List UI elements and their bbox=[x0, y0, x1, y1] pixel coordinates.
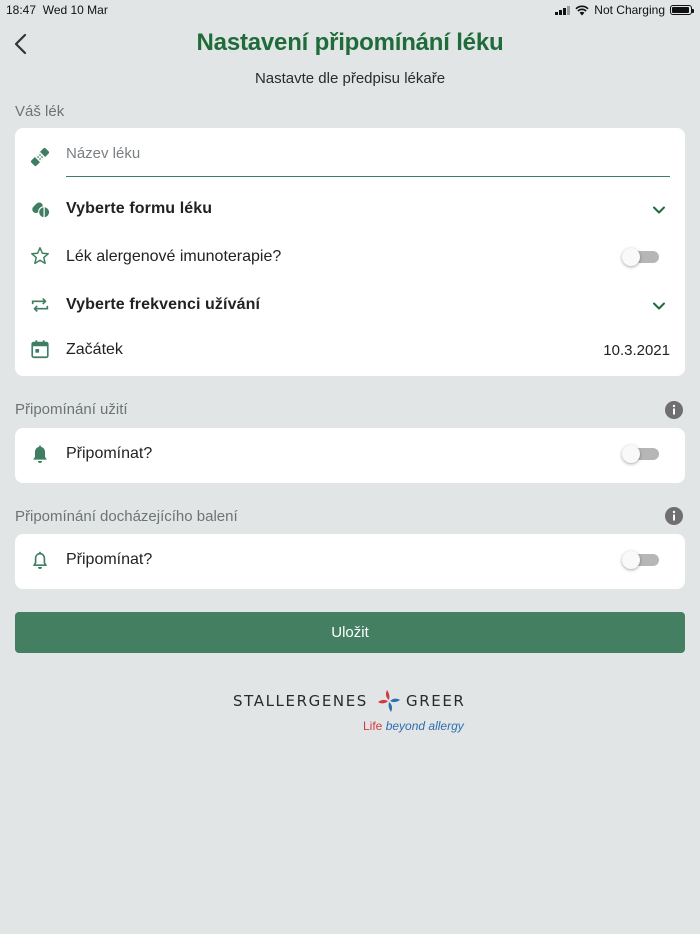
status-time-date: 18:47 Wed 10 Mar bbox=[6, 3, 108, 17]
medication-name-input[interactable] bbox=[66, 145, 670, 162]
medication-form-select[interactable]: Vyberte formu léku bbox=[15, 188, 685, 230]
info-icon[interactable] bbox=[665, 507, 683, 525]
status-time: 18:47 bbox=[6, 3, 37, 17]
page-subtitle: Nastavte dle předpisu lékaře bbox=[254, 70, 446, 87]
cellular-signal-icon bbox=[555, 5, 571, 15]
brand-tagline: Life beyond allergy bbox=[363, 719, 464, 733]
battery-icon bbox=[670, 5, 694, 15]
intake-reminder-label: Připomínat? bbox=[66, 445, 153, 462]
frequency-label: Vyberte frekvenci užívání bbox=[66, 296, 260, 313]
wifi-icon bbox=[575, 5, 589, 15]
status-bar: 18:47 Wed 10 Mar Not Charging bbox=[0, 0, 700, 20]
intake-reminder-section-label: Připomínání užití bbox=[15, 401, 128, 418]
intake-reminder-card: Připomínat? bbox=[15, 428, 685, 483]
start-date-value: 10.3.2021 bbox=[603, 342, 670, 359]
medication-name-field[interactable] bbox=[66, 142, 670, 177]
intake-reminder-toggle[interactable] bbox=[622, 445, 659, 463]
status-date: Wed 10 Mar bbox=[42, 3, 108, 17]
tagline-life: Life bbox=[363, 719, 383, 733]
calendar-icon bbox=[31, 340, 49, 359]
star-outline-icon bbox=[31, 247, 49, 265]
bandage-icon bbox=[31, 148, 49, 166]
stallergenes-greer-logo: STALLERGENES GREER Life beyond allergy bbox=[233, 688, 473, 738]
medication-section-label: Váš lék bbox=[15, 103, 65, 120]
bell-icon bbox=[33, 445, 47, 463]
pills-icon bbox=[32, 202, 51, 219]
package-reminder-toggle[interactable] bbox=[622, 551, 659, 569]
tagline-rest: beyond allergy bbox=[385, 719, 464, 733]
bell-outline-icon bbox=[33, 551, 47, 569]
info-icon[interactable] bbox=[665, 401, 683, 419]
brand-name-right: GREER bbox=[406, 692, 466, 710]
frequency-select[interactable]: Vyberte frekvenci užívání bbox=[15, 284, 685, 326]
medication-form-label: Vyberte formu léku bbox=[66, 200, 213, 217]
chevron-down-icon bbox=[653, 302, 665, 310]
allergen-immunotherapy-label: Lék alergenové imunoterapie? bbox=[66, 248, 282, 265]
repeat-icon bbox=[31, 297, 49, 313]
medication-name-row bbox=[15, 128, 685, 188]
charging-status: Not Charging bbox=[594, 3, 665, 17]
allergen-immunotherapy-row: Lék alergenové imunoterapie? bbox=[15, 236, 685, 278]
package-reminder-label: Připomínat? bbox=[66, 551, 153, 568]
package-reminder-card: Připomínat? bbox=[15, 534, 685, 589]
save-button[interactable]: Uložit bbox=[15, 612, 685, 653]
start-date-label: Začátek bbox=[66, 341, 123, 358]
chevron-down-icon bbox=[653, 206, 665, 214]
brand-name-left: STALLERGENES bbox=[233, 692, 368, 710]
allergen-immunotherapy-toggle[interactable] bbox=[622, 248, 659, 266]
status-indicators: Not Charging bbox=[555, 3, 694, 17]
package-reminder-section-label: Připomínání docházejícího balení bbox=[15, 508, 238, 525]
brand-emblem-icon bbox=[378, 690, 400, 712]
start-date-row[interactable]: Začátek 10.3.2021 bbox=[15, 328, 685, 372]
medication-card: Vyberte formu léku Lék alergenové imunot… bbox=[15, 128, 685, 376]
page-title: Nastavení připomínání léku bbox=[196, 29, 504, 56]
